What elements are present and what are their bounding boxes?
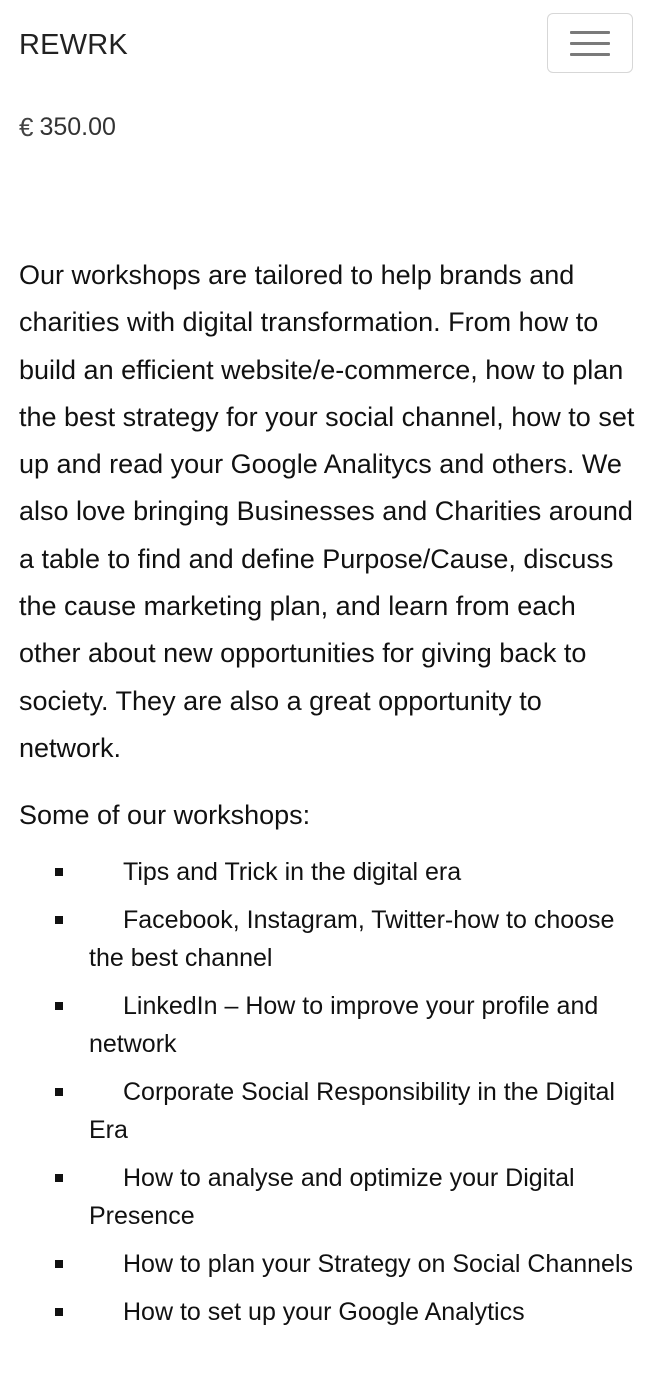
list-item-label: How to plan your Strategy on Social Chan… — [123, 1250, 634, 1279]
list-item: How to analyse and optimize your Digital… — [55, 1159, 635, 1235]
list-item-label: How to set up your Google Analytics — [123, 1298, 525, 1327]
square-bullet-icon — [55, 1174, 63, 1183]
square-bullet-icon — [55, 1088, 63, 1097]
square-bullet-icon — [55, 868, 63, 877]
navbar-toggle-button[interactable] — [547, 13, 633, 73]
description-paragraph: Our workshops are tailored to help brand… — [19, 260, 635, 763]
workshops-heading: Some of our workshops: — [19, 800, 311, 831]
list-item: LinkedIn – How to improve your profile a… — [55, 987, 635, 1063]
list-item-label: Facebook, Instagram, Twitter-how to choo… — [89, 906, 615, 973]
list-item-label: Corporate Social Responsibility in the D… — [89, 1078, 615, 1145]
hamburger-menu-icon — [570, 30, 610, 34]
square-bullet-icon — [55, 1260, 63, 1269]
list-item-label: LinkedIn – How to improve your profile a… — [89, 992, 599, 1059]
list-item: How to set up your Google Analytics — [55, 1293, 635, 1331]
hamburger-menu-icon-bar — [570, 52, 610, 56]
brand-logo-link[interactable]: REWRK — [19, 26, 128, 64]
list-item-label: Tips and Trick in the digital era — [123, 858, 462, 887]
list-item: Facebook, Instagram, Twitter-how to choo… — [55, 901, 635, 977]
square-bullet-icon — [55, 1308, 63, 1317]
product-description: Our workshops are tailored to help brand… — [19, 252, 635, 1341]
navbar: REWRK — [0, 0, 650, 90]
currency-symbol: € — [19, 112, 34, 142]
list-item: Tips and Trick in the digital era — [55, 853, 635, 891]
product-price: € 350.00 — [19, 110, 116, 144]
square-bullet-icon — [55, 1002, 63, 1011]
price-amount: 350.00 — [39, 113, 116, 141]
square-bullet-icon — [55, 916, 63, 925]
workshops-list: Tips and Trick in the digital era Facebo… — [19, 853, 635, 1331]
list-item: Corporate Social Responsibility in the D… — [55, 1073, 635, 1149]
list-item-label: How to analyse and optimize your Digital… — [89, 1164, 575, 1231]
hamburger-menu-icon-bar — [570, 41, 610, 45]
list-item: How to plan your Strategy on Social Chan… — [55, 1245, 635, 1283]
